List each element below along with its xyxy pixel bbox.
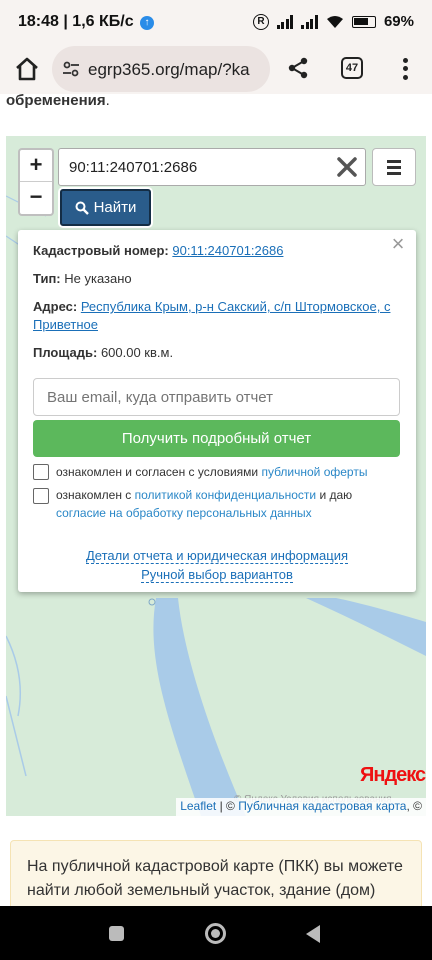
public-offer-link[interactable]: публичной оферты	[261, 465, 367, 479]
yandex-logo: Яндекс	[360, 764, 426, 787]
email-field[interactable]	[34, 379, 399, 415]
info-box: На публичной кадастровой карте (ПКК) вы …	[10, 840, 422, 906]
address-label: Адрес:	[33, 299, 78, 314]
top-text-word: обременения	[6, 94, 106, 109]
map-attribution: Leaflet | © Публичная кадастровая карта,…	[176, 798, 426, 816]
privacy-policy-link[interactable]: политикой конфиденциальности	[135, 488, 316, 502]
share-icon[interactable]	[286, 56, 310, 80]
signal-icon	[276, 14, 294, 29]
wifi-icon	[326, 15, 343, 28]
zoom-in-button[interactable]: +	[20, 150, 52, 182]
zoom-control: + −	[18, 148, 54, 216]
find-button[interactable]: Найти	[60, 189, 151, 226]
privacy-consent-text-a: ознакомлен с	[56, 488, 132, 502]
cadastral-search-input[interactable]	[59, 149, 319, 185]
attribution-end: , ©	[406, 799, 422, 813]
home-button[interactable]	[205, 923, 226, 944]
status-bar: 18:48 | 1,6 КБ/с ↑ R 69%	[0, 0, 432, 44]
status-time: 18:48	[18, 13, 59, 30]
manual-row: Ручной выбор вариантов	[18, 567, 416, 583]
web-page: обременения. + − Найти × Кадастро	[0, 94, 432, 906]
privacy-consent-checkbox[interactable]	[33, 488, 49, 504]
cadastral-label: Кадастровый номер:	[33, 243, 169, 258]
tabs-count-button[interactable]: 47	[341, 57, 363, 79]
layers-menu-button[interactable]	[372, 148, 416, 186]
get-report-button[interactable]: Получить подробный отчет	[33, 420, 400, 457]
parcel-info-popup: × Кадастровый номер: 90:11:240701:2686 Т…	[18, 230, 416, 592]
registered-icon: R	[252, 13, 269, 30]
report-details-link[interactable]: Детали отчета и юридическая информация	[85, 548, 349, 564]
address-link[interactable]: Республика Крым, р-н Сакский, с/п Штормо…	[33, 299, 390, 332]
offer-consent-text: ознакомлен и согласен с условиями	[56, 465, 259, 479]
cadastral-search-box	[58, 148, 366, 186]
area-value: 600.00 кв.м.	[100, 345, 174, 360]
type-value: Не указано	[64, 271, 132, 286]
find-button-label: Найти	[93, 199, 137, 216]
details-row: Детали отчета и юридическая информация	[18, 548, 416, 564]
privacy-consent-label: ознакомлен с политикой конфиденциальност…	[56, 486, 401, 522]
leaflet-link[interactable]: Leaflet	[180, 799, 216, 813]
address-bar[interactable]: egrp365.org/map/?ka	[52, 46, 270, 92]
attribution-separator: | ©	[216, 799, 239, 813]
home-icon[interactable]	[14, 56, 40, 82]
recent-apps-button[interactable]	[109, 926, 124, 941]
close-icon[interactable]: ×	[388, 233, 408, 255]
cadastral-row: Кадастровый номер: 90:11:240701:2686	[33, 242, 283, 260]
email-field-box	[33, 378, 400, 416]
system-nav-bar	[0, 906, 432, 960]
area-label: Площадь:	[33, 345, 98, 360]
upload-icon: ↑	[140, 16, 155, 30]
top-text: обременения.	[6, 94, 110, 109]
offer-consent-checkbox[interactable]	[33, 464, 49, 480]
type-label: Тип:	[33, 271, 61, 286]
address-row: Адрес: Республика Крым, р-н Сакский, с/п…	[33, 298, 403, 334]
cadastral-number-link[interactable]: 90:11:240701:2686	[172, 243, 283, 258]
battery-level: 69%	[383, 13, 414, 30]
personal-data-consent-link[interactable]: согласие на обработку персональных данны…	[56, 506, 312, 520]
status-net-speed: 1,6 КБ/с	[72, 13, 134, 30]
back-button[interactable]	[306, 925, 320, 943]
privacy-consent-text-b: и даю	[319, 488, 353, 502]
yandex-logo-letter: Я	[360, 764, 374, 786]
clear-search-icon[interactable]	[335, 155, 359, 179]
top-text-period: .	[105, 94, 110, 109]
battery-icon	[351, 15, 376, 28]
info-text: На публичной кадастровой карте (ПКК) вы …	[27, 858, 403, 899]
status-right: R 69%	[252, 13, 414, 30]
yandex-logo-rest: ндекс	[373, 764, 426, 786]
site-settings-icon[interactable]	[62, 60, 80, 78]
offer-consent-label: ознакомлен и согласен с условиями публич…	[56, 463, 401, 481]
signal-icon-2	[301, 14, 318, 29]
zoom-out-button[interactable]: −	[20, 182, 52, 214]
type-row: Тип: Не указано	[33, 270, 132, 288]
overflow-menu-icon[interactable]	[398, 56, 412, 82]
url-text[interactable]: egrp365.org/map/?ka	[88, 60, 264, 80]
browser-toolbar: egrp365.org/map/?ka 47	[0, 44, 432, 94]
status-left: 18:48 | 1,6 КБ/с ↑	[18, 13, 155, 31]
map[interactable]: + − Найти × Кадастровый номер: 90:11:240…	[6, 136, 426, 816]
manual-selection-link[interactable]: Ручной выбор вариантов	[141, 567, 293, 583]
pkk-link[interactable]: Публичная кадастровая карта	[238, 799, 406, 813]
area-row: Площадь: 600.00 кв.м.	[33, 344, 173, 362]
search-icon	[75, 201, 89, 215]
